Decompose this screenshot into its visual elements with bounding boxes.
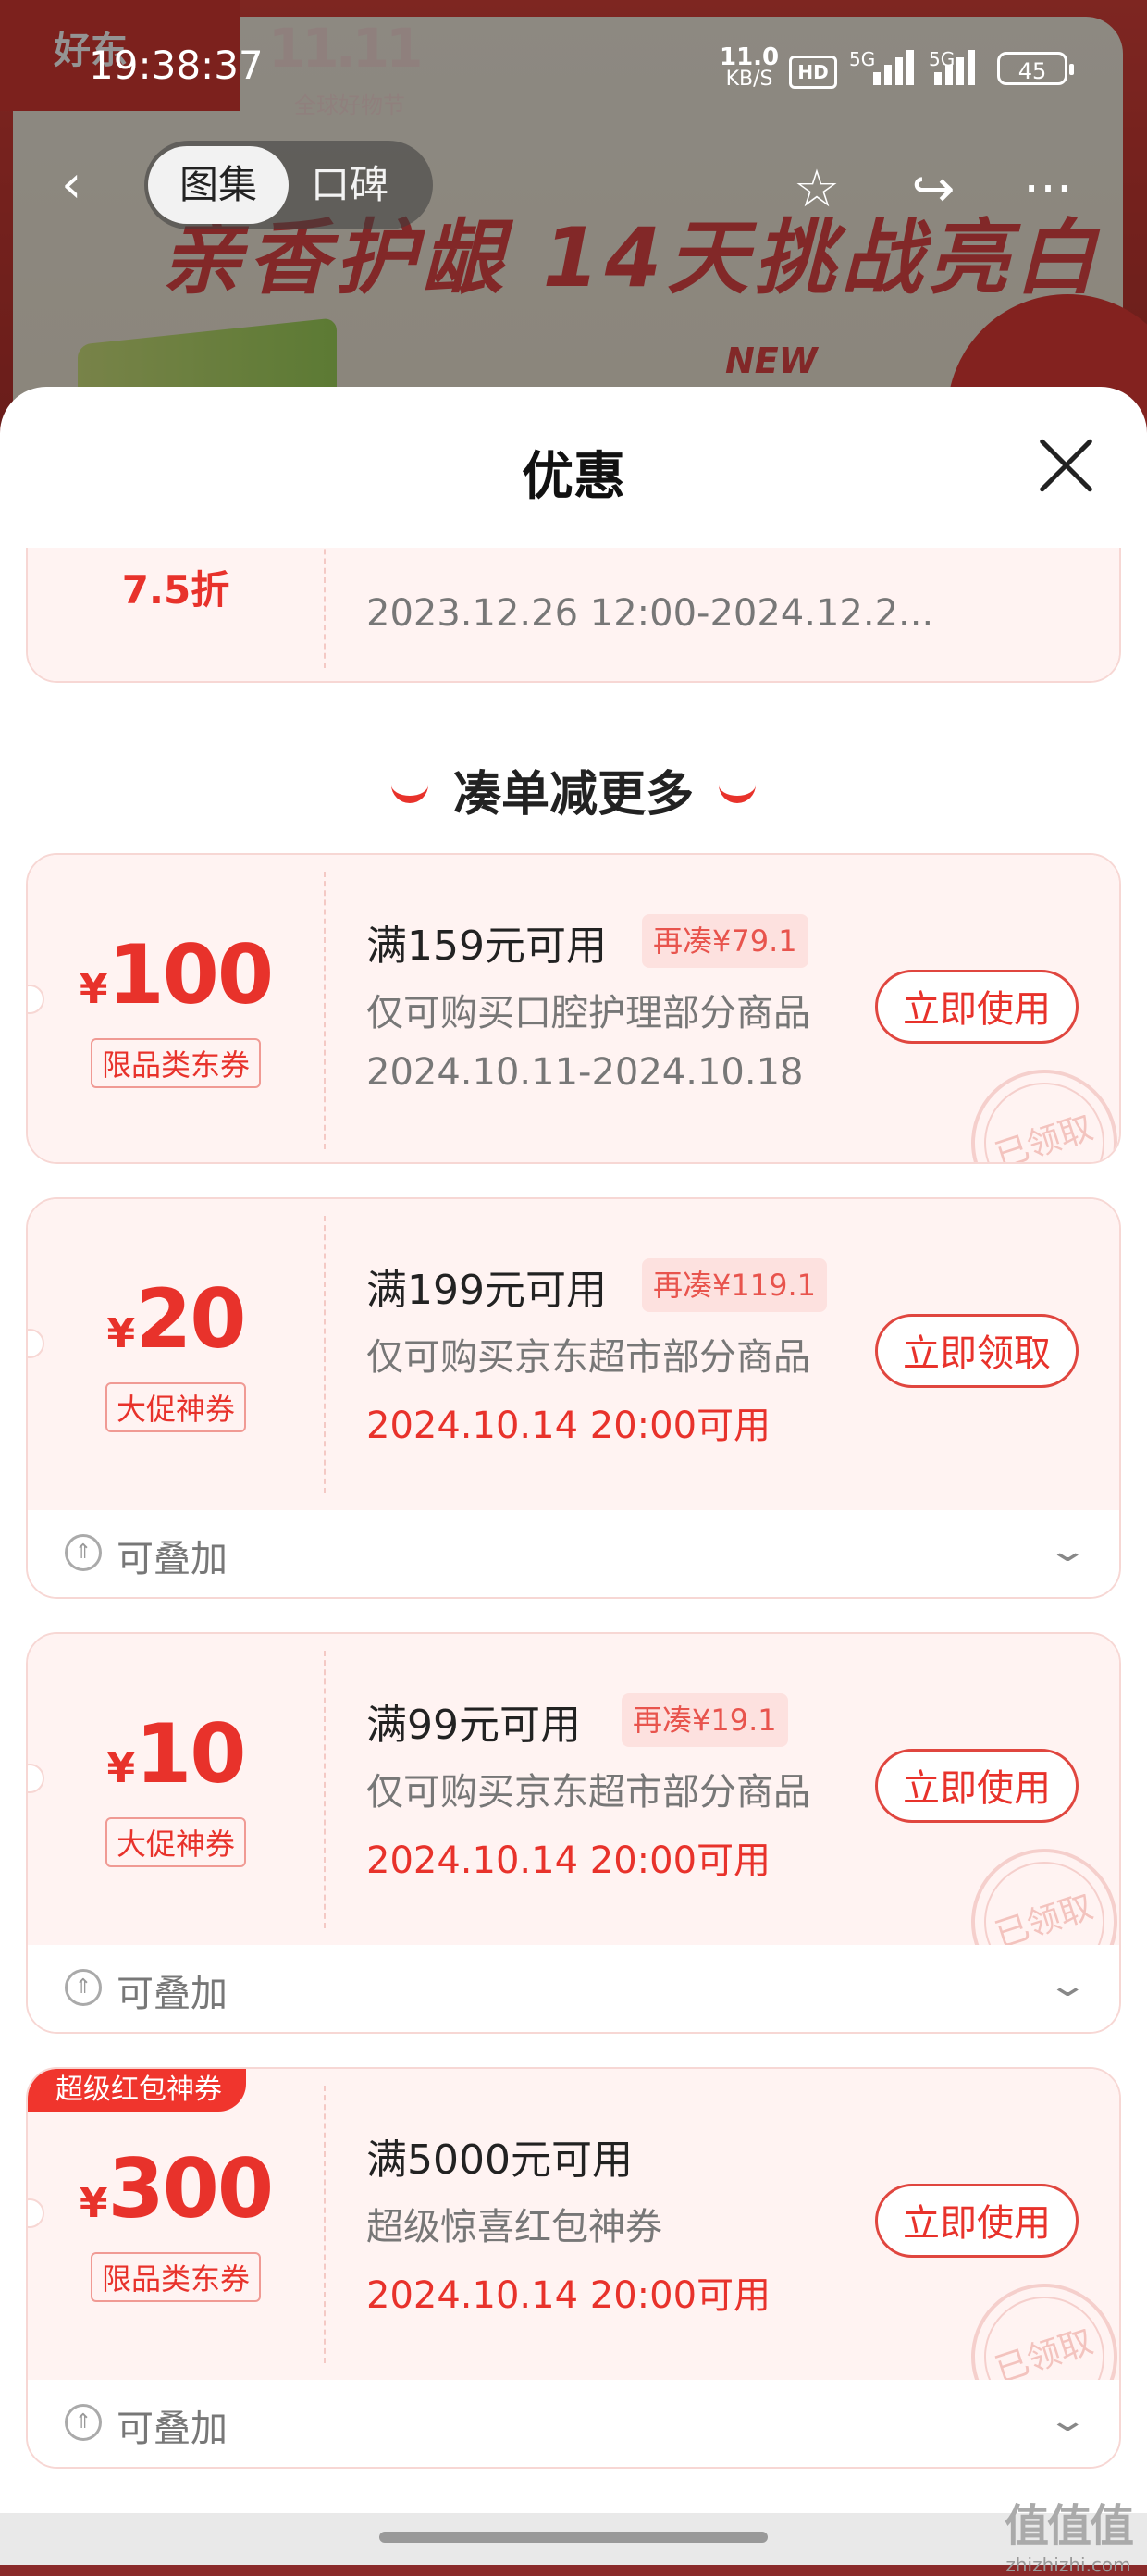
status-time: 19:38:37 bbox=[89, 43, 264, 88]
sheet-title: 优惠 bbox=[522, 447, 625, 507]
media-tabs: 图集 口碑 bbox=[144, 141, 433, 229]
coupon-type-tag: 大促神券 bbox=[105, 1382, 247, 1432]
use-now-button[interactable]: 立即使用 bbox=[875, 2184, 1079, 2258]
coupon-type-tag: 大促神券 bbox=[105, 1817, 247, 1867]
status-bar: 19:38:37 11.0 KB/S HD 5G 5G 45 bbox=[0, 0, 1147, 139]
coupon-gap-tag: 再凑¥19.1 bbox=[622, 1693, 788, 1747]
coupon-card: ¥100 限品类东券 满159元可用 再凑¥79.1 仅可购买口腔护理部分商品 … bbox=[26, 853, 1121, 1164]
super-coupon-badge: 超级红包神券 bbox=[28, 2069, 246, 2112]
coupon-validity: 2024.10.14 20:00可用 bbox=[366, 2274, 771, 2317]
coupon-sheet: 优惠 7.5折 2023.12.26 12:00-2024.12.2... 凑单… bbox=[0, 387, 1147, 2565]
chevron-down-icon[interactable]: ⌄ bbox=[1046, 2402, 1089, 2439]
home-indicator[interactable] bbox=[379, 2532, 768, 2543]
back-arrow-icon[interactable]: ‹ bbox=[61, 157, 98, 213]
stackable-row[interactable]: ⇑ 可叠加 ⌄ bbox=[28, 2380, 1119, 2467]
coupon-scope: 超级惊喜红包神券 bbox=[366, 2206, 662, 2248]
stack-icon: ⇑ bbox=[65, 2404, 102, 2441]
coupon-card-partial: 7.5折 2023.12.26 12:00-2024.12.2... bbox=[26, 548, 1121, 683]
coupon-scope: 仅可购买京东超市部分商品 bbox=[366, 1771, 810, 1814]
coupon-date: 2023.12.26 12:00-2024.12.2... bbox=[366, 592, 934, 635]
coupon-amount: ¥10 bbox=[106, 1706, 246, 1802]
use-now-button[interactable]: 立即使用 bbox=[875, 970, 1079, 1044]
share-icon[interactable]: ↪ bbox=[901, 157, 966, 222]
coupon-threshold: 满199元可用 bbox=[366, 1267, 607, 1314]
coupon-scope: 仅可购买京东超市部分商品 bbox=[366, 1336, 810, 1379]
coupon-card: ¥300 限品类东券 超级红包神券 满5000元可用 超级惊喜红包神券 2024… bbox=[26, 2067, 1121, 2469]
smile-decoration-icon bbox=[390, 777, 428, 803]
section-header: 凑单减更多 bbox=[0, 755, 1147, 824]
coupon-type-tag: 限品类东券 bbox=[90, 2252, 262, 2302]
coupon-threshold: 满99元可用 bbox=[366, 1702, 581, 1749]
favorite-star-icon[interactable]: ☆ bbox=[784, 157, 849, 222]
site-watermark: 值值值 zhizhizhi.com bbox=[1005, 2500, 1134, 2576]
signal-bars-icon bbox=[873, 48, 923, 85]
stackable-row[interactable]: ⇑ 可叠加 ⌄ bbox=[28, 1510, 1119, 1597]
coupon-gap-tag: 再凑¥119.1 bbox=[642, 1258, 827, 1312]
coupon-threshold: 满159元可用 bbox=[366, 923, 607, 970]
coupon-gap-tag: 再凑¥79.1 bbox=[642, 914, 808, 968]
coupon-list[interactable]: 7.5折 2023.12.26 12:00-2024.12.2... 凑单减更多… bbox=[0, 548, 1147, 2546]
hd-icon: HD bbox=[789, 56, 837, 89]
coupon-validity: 2024.10.11-2024.10.18 bbox=[366, 1051, 804, 1094]
stackable-label: 可叠加 bbox=[117, 2408, 228, 2450]
stackable-label: 可叠加 bbox=[117, 1973, 228, 2015]
coupon-type-tag: 限品类东券 bbox=[90, 1038, 262, 1088]
tab-gallery[interactable]: 图集 bbox=[148, 146, 289, 224]
product-page-background: 亲香护龈 14天挑战亮白 NEW 好东 11.11 全球好物节 19:38:37… bbox=[0, 0, 1147, 426]
coupon-card: ¥10 大促神券 满99元可用 再凑¥19.1 仅可购买京东超市部分商品 202… bbox=[26, 1632, 1121, 2034]
chevron-down-icon[interactable]: ⌄ bbox=[1046, 1532, 1089, 1569]
stackable-label: 可叠加 bbox=[117, 1538, 228, 1580]
use-now-button[interactable]: 立即使用 bbox=[875, 1749, 1079, 1823]
close-icon[interactable] bbox=[1034, 433, 1099, 498]
coupon-amount: ¥100 bbox=[79, 927, 274, 1022]
signal-5g-label: 5G bbox=[849, 48, 876, 70]
network-speed: 11.0 KB/S bbox=[720, 43, 780, 91]
signal-bars-icon-2 bbox=[934, 48, 984, 85]
chevron-down-icon[interactable]: ⌄ bbox=[1046, 1967, 1089, 2004]
coupon-validity: 2024.10.14 20:00可用 bbox=[366, 1405, 771, 1447]
stackable-row[interactable]: ⇑ 可叠加 ⌄ bbox=[28, 1945, 1119, 2032]
section-title: 凑单减更多 bbox=[452, 767, 694, 823]
tab-reviews[interactable]: 口碑 bbox=[311, 146, 388, 224]
coupon-amount: ¥20 bbox=[106, 1271, 246, 1367]
battery-icon: 45 bbox=[997, 52, 1074, 85]
stack-icon: ⇑ bbox=[65, 1969, 102, 2006]
coupon-amount: ¥300 bbox=[79, 2141, 274, 2236]
coupon-discount: 7.5折 bbox=[121, 567, 230, 613]
stack-icon: ⇑ bbox=[65, 1534, 102, 1571]
claim-now-button[interactable]: 立即领取 bbox=[875, 1314, 1079, 1388]
coupon-scope: 仅可购买口腔护理部分商品 bbox=[366, 992, 810, 1034]
more-icon[interactable]: ··· bbox=[1016, 157, 1080, 222]
coupon-validity: 2024.10.14 20:00可用 bbox=[366, 1839, 771, 1882]
coupon-card: ¥20 大促神券 满199元可用 再凑¥119.1 仅可购买京东超市部分商品 2… bbox=[26, 1197, 1121, 1599]
smile-decoration-icon bbox=[719, 777, 757, 803]
coupon-threshold: 满5000元可用 bbox=[366, 2136, 633, 2184]
